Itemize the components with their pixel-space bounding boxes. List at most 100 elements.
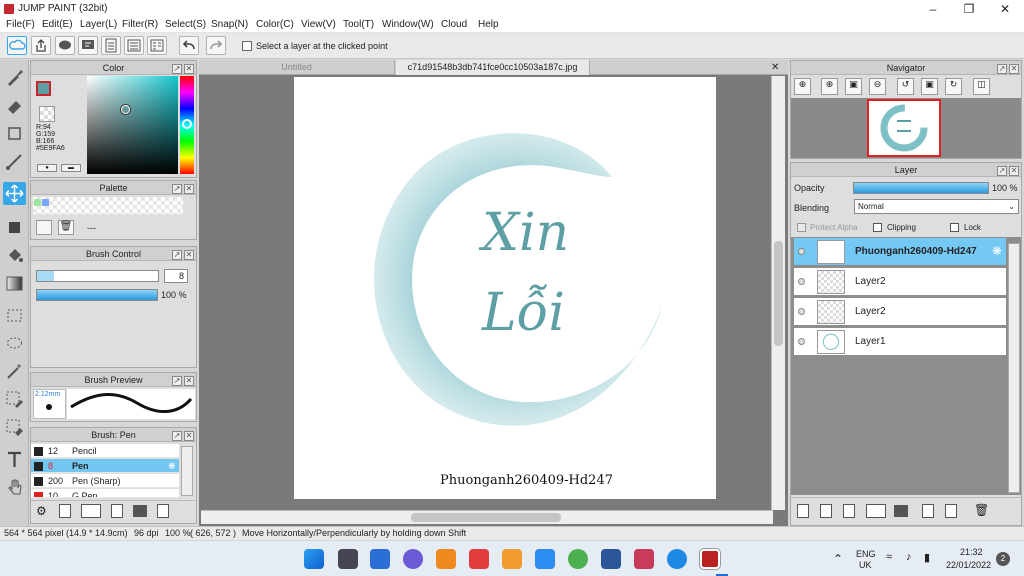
panel-controls[interactable]: ↗ ✕ <box>170 374 194 386</box>
drawing-canvas[interactable]: Xin Lỗi Phuonganh260409-Hd247 <box>294 77 716 499</box>
new-layer-2-icon[interactable] <box>820 504 832 518</box>
undo-icon[interactable] <box>179 36 199 55</box>
rect-select-tool-icon[interactable] <box>3 304 26 327</box>
menu-color[interactable]: Color(C) <box>256 19 294 30</box>
palette-swatch[interactable] <box>42 199 49 206</box>
color-mode-button[interactable]: ● <box>37 164 57 172</box>
tabs-close-icon[interactable]: ✕ <box>771 62 779 73</box>
new-brush-icon[interactable] <box>59 504 71 518</box>
line-tool-icon[interactable] <box>3 150 26 173</box>
brush-size-input[interactable]: 8 <box>164 269 188 283</box>
rotate-right-icon[interactable]: ↻ <box>945 78 962 95</box>
color-swap-button[interactable]: ▬ <box>61 164 81 172</box>
app2-icon[interactable] <box>634 549 654 569</box>
panel-controls[interactable]: ↗ ✕ <box>170 62 194 74</box>
layer-row-phuonganh[interactable]: Phuonganh260409-Hd247 ❋ <box>793 237 1007 266</box>
brush-list-scrollbar[interactable] <box>181 446 193 496</box>
saturation-value-picker[interactable] <box>87 76 178 174</box>
color-picker-cursor[interactable] <box>121 105 130 114</box>
rectangle-tool-icon[interactable] <box>3 122 26 145</box>
menu-select[interactable]: Select(S) <box>165 19 206 30</box>
cloud-icon[interactable] <box>7 36 27 55</box>
menu-tool[interactable]: Tool(T) <box>343 19 374 30</box>
duplicate-brush-icon[interactable] <box>157 504 169 518</box>
tab-image[interactable]: c71d91548b3db741fce0cc10503a187c.jpg <box>396 60 590 75</box>
magic-wand-icon[interactable] <box>3 360 26 383</box>
duplicate-layer-icon[interactable] <box>922 504 934 518</box>
panel-controls[interactable]: ↗ ✕ <box>170 248 194 260</box>
flip-icon[interactable]: ◫ <box>973 78 990 95</box>
trash-icon[interactable]: 🗑 <box>974 503 989 517</box>
comment-icon[interactable] <box>55 36 75 55</box>
chat-app-icon[interactable] <box>403 549 423 569</box>
chat-icon[interactable] <box>78 36 98 55</box>
brush-item-g-pen[interactable]: 10 G Pen <box>31 489 179 498</box>
menu-window[interactable]: Window(W) <box>382 19 434 30</box>
text-tool-icon[interactable] <box>3 448 26 471</box>
office-app-icon[interactable] <box>502 549 522 569</box>
layer-add-dropdown-icon[interactable] <box>866 504 886 518</box>
trash-icon[interactable]: 🗑 <box>58 220 74 235</box>
palette-swatch[interactable] <box>34 199 41 206</box>
list-icon[interactable] <box>124 36 144 55</box>
layer-row-layer2[interactable]: Layer2 <box>793 267 1007 296</box>
panel-controls[interactable]: ↗ ✕ <box>170 182 194 194</box>
select-pen-icon[interactable] <box>3 388 26 411</box>
menu-edit[interactable]: Edit(E) <box>42 19 73 30</box>
foreground-color-swatch[interactable] <box>36 81 51 96</box>
panel-controls[interactable]: ↗ ✕ <box>170 429 194 441</box>
protect-alpha-checkbox[interactable] <box>797 223 806 232</box>
merge-layer-icon[interactable] <box>945 504 957 518</box>
menu-layer[interactable]: Layer(L) <box>80 19 117 30</box>
zoom-out-icon[interactable]: ⊖ <box>869 78 886 95</box>
visibility-icon[interactable] <box>798 248 805 255</box>
document-icon[interactable] <box>101 36 121 55</box>
scrollbar-thumb[interactable] <box>774 241 783 346</box>
brush-item-pen-sharp[interactable]: 200 Pen (Sharp) <box>31 474 179 488</box>
panel-controls[interactable]: ↗ ✕ <box>995 164 1019 176</box>
settings-list-icon[interactable] <box>147 36 167 55</box>
notification-badge[interactable]: 2 <box>996 552 1010 566</box>
menu-cloud[interactable]: Cloud <box>441 19 467 30</box>
hue-slider-thumb[interactable] <box>182 119 192 129</box>
language-label[interactable]: ENG <box>856 549 876 559</box>
zalo-icon[interactable] <box>667 549 687 569</box>
language-region-label[interactable]: UK <box>859 560 872 570</box>
palette-swatch-area[interactable] <box>33 197 183 214</box>
wifi-icon[interactable]: ≈ <box>886 551 892 563</box>
gear-icon[interactable]: ❋ <box>992 244 1002 258</box>
scrollbar-thumb[interactable] <box>411 513 561 522</box>
menu-file[interactable]: File(F) <box>6 19 35 30</box>
jump-paint-taskbar-icon[interactable] <box>700 549 720 569</box>
bucket-tool-icon[interactable] <box>3 244 26 267</box>
layer-list-scrollbar[interactable] <box>1008 243 1020 493</box>
tab-untitled[interactable]: Untitled <box>199 60 395 75</box>
brush-dropdown-icon[interactable] <box>81 504 101 518</box>
select-layer-checkbox[interactable] <box>242 41 252 51</box>
zoom-app-icon[interactable] <box>535 549 555 569</box>
gear-icon[interactable]: ❋ <box>168 459 176 473</box>
brush-settings-icon[interactable]: ⚙ <box>36 504 47 518</box>
maximize-icon[interactable]: ❐ <box>958 1 980 17</box>
chrome-icon[interactable] <box>568 549 588 569</box>
visibility-icon[interactable] <box>798 278 805 285</box>
brush-item-pencil[interactable]: 12 Pencil <box>31 444 179 458</box>
brush-size-slider[interactable] <box>36 270 159 282</box>
new-layer-icon[interactable] <box>797 504 809 518</box>
clock-time[interactable]: 21:32 <box>960 547 983 557</box>
windows-start-icon[interactable] <box>304 549 324 569</box>
select-eraser-icon[interactable] <box>3 416 26 439</box>
lock-checkbox[interactable] <box>950 223 959 232</box>
brush-doc-icon[interactable] <box>111 504 123 518</box>
fit-icon[interactable]: ▣ <box>845 78 862 95</box>
widgets-icon[interactable] <box>370 549 390 569</box>
panel-controls[interactable]: ↗ ✕ <box>995 62 1019 74</box>
clipping-checkbox[interactable] <box>873 223 882 232</box>
blending-select[interactable]: Normal ⌄ <box>854 199 1019 214</box>
zoom-plus-icon[interactable]: ⊕ <box>821 78 838 95</box>
layer-opacity-slider[interactable] <box>853 182 989 194</box>
visibility-icon[interactable] <box>798 308 805 315</box>
new-palette-icon[interactable] <box>36 220 52 235</box>
folder-icon[interactable] <box>133 505 147 517</box>
move-tool-icon[interactable] <box>3 182 26 205</box>
